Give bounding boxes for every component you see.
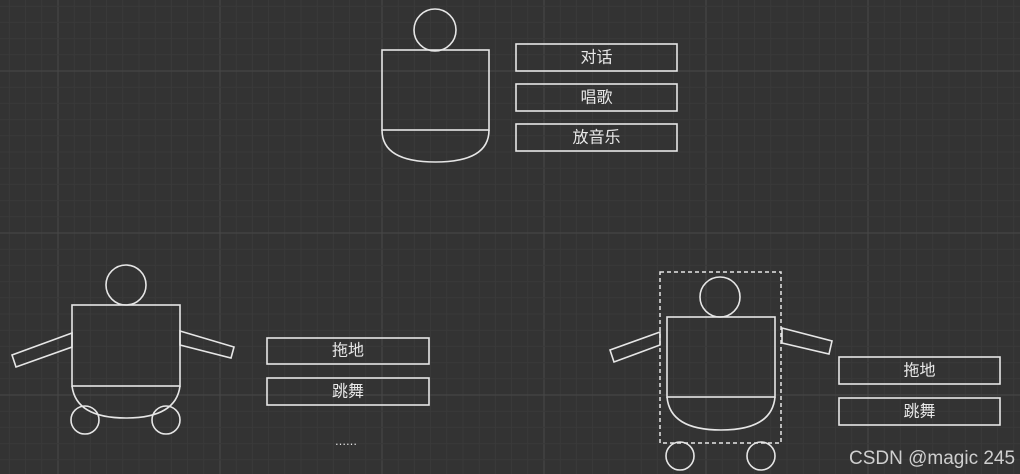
diagram-svg: 对话 唱歌 放音乐 拖地 跳舞 …… 拖地 跳舞 CSDN @magic 245 <box>0 0 1020 474</box>
robot-base <box>71 385 181 419</box>
action-label: 拖地 <box>903 361 935 380</box>
robot-top-actions: 对话 唱歌 放音乐 <box>515 43 678 152</box>
robot-bottom-right-actions: 拖地 跳舞 <box>838 356 1001 426</box>
diagram-canvas: 对话 唱歌 放音乐 拖地 跳舞 …… 拖地 跳舞 CSDN @magic 245 <box>0 0 1020 474</box>
robot-wheel <box>70 405 100 435</box>
robot-base <box>666 396 776 431</box>
robot-wheel <box>151 405 181 435</box>
robot-head <box>413 8 457 52</box>
action-label: 放音乐 <box>572 128 620 147</box>
action-label: 唱歌 <box>580 88 612 107</box>
action-label: 对话 <box>580 48 612 67</box>
action-label: 拖地 <box>332 341 364 360</box>
action-label: 跳舞 <box>903 402 935 421</box>
action-label: 跳舞 <box>332 382 364 401</box>
robot-bottom-right <box>608 271 833 471</box>
watermark: CSDN @magic 245 <box>849 448 1015 469</box>
background-grid <box>0 0 1020 474</box>
robot-right-arm <box>781 326 833 355</box>
robot-body <box>666 316 776 398</box>
robot-body <box>71 304 181 387</box>
robot-bottom-left-actions: 拖地 跳舞 …… <box>266 337 430 448</box>
ellipsis-text: …… <box>335 435 357 448</box>
robot-head <box>105 264 147 306</box>
robot-left-arm <box>608 330 661 364</box>
